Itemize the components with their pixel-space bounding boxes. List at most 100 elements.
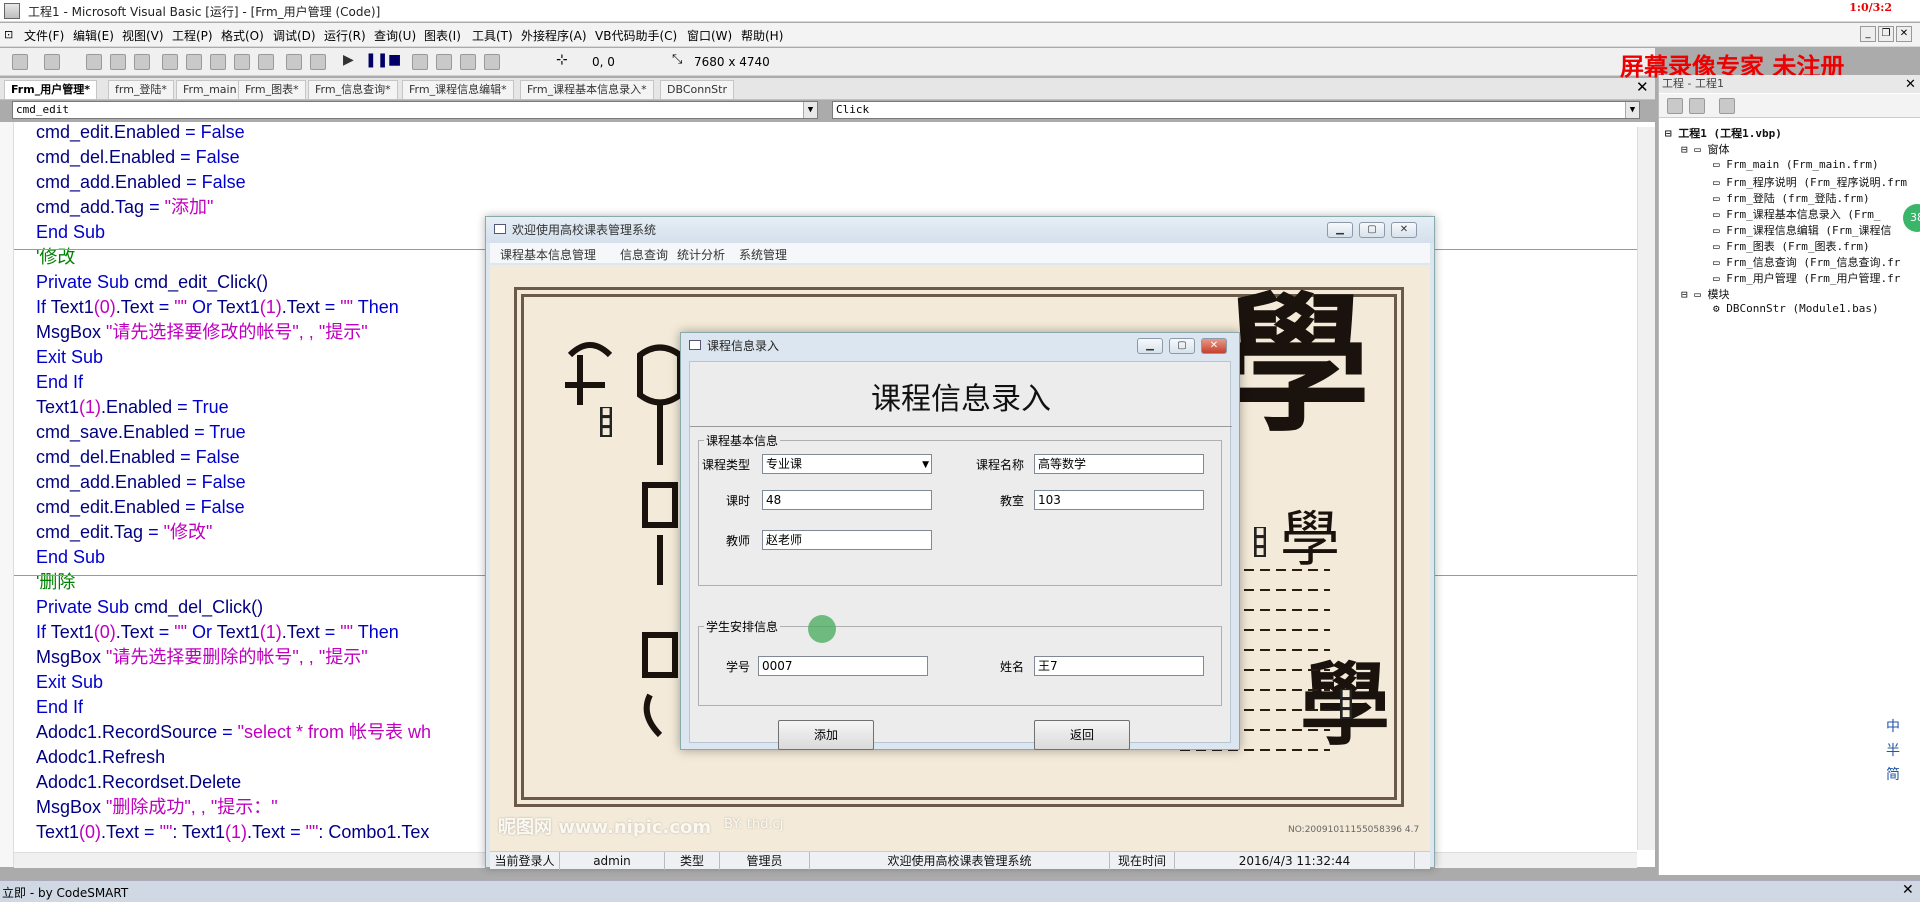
menu-format[interactable]: 格式(O) — [221, 27, 264, 44]
close-icon[interactable]: ✕ — [1905, 77, 1916, 92]
form-node[interactable]: ▭ Frm_课程基本信息录入 (Frm_ — [1713, 206, 1880, 222]
tab-frm-course-edit[interactable]: Frm_课程信息编辑* — [402, 80, 514, 99]
open-icon[interactable] — [110, 54, 126, 70]
view-object-icon[interactable] — [1689, 98, 1705, 114]
student-id-input[interactable]: 0007 — [758, 656, 928, 676]
form-node[interactable]: ▭ Frm_用户管理 (Frm_用户管理.fr — [1713, 270, 1900, 286]
menu-view[interactable]: 视图(V) — [122, 27, 164, 44]
app-menu-stats[interactable]: 统计分析 — [677, 246, 725, 263]
view-code-icon[interactable] — [1667, 98, 1683, 114]
toolbox-icon[interactable] — [484, 54, 500, 70]
find-icon[interactable] — [234, 54, 250, 70]
form-node-label: Frm_信息查询 (Frm_信息查询.fr — [1726, 256, 1901, 269]
stop-icon[interactable]: ■ — [388, 52, 401, 68]
form-node[interactable]: ▭ Frm_main (Frm_main.frm) — [1713, 158, 1879, 171]
form-node[interactable]: ▭ Frm_信息查询 (Frm_信息查询.fr — [1713, 254, 1900, 270]
add-project-icon[interactable] — [12, 54, 28, 70]
menu-editor-icon[interactable] — [86, 54, 102, 70]
code-vertical-scrollbar[interactable] — [1637, 127, 1655, 850]
code-token: "" — [340, 297, 354, 317]
tab-dbconnstr[interactable]: DBConnStr — [660, 80, 734, 99]
code-token: = True — [194, 422, 246, 442]
app-menu-system[interactable]: 系统管理 — [739, 246, 787, 263]
form-icon: ▭ — [1713, 256, 1727, 269]
close-icon[interactable]: ✕ — [1391, 222, 1417, 238]
minimize-icon[interactable]: ▁ — [1137, 338, 1163, 354]
toggle-folders-icon[interactable] — [1719, 98, 1735, 114]
tab-frm-chart[interactable]: Frm_图表* — [238, 80, 306, 99]
modules-folder-node[interactable]: ⊟ ▭ 模块 — [1681, 286, 1730, 302]
tab-frm-main[interactable]: Frm_main — [176, 80, 244, 99]
tab-frm-user-manage[interactable]: Frm_用户管理* — [4, 80, 97, 99]
tab-frm-login[interactable]: frm_登陆* — [108, 80, 174, 99]
tab-frm-query[interactable]: Frm_信息查询* — [308, 80, 398, 99]
module-node[interactable]: ⚙ DBConnStr (Module1.bas) — [1713, 302, 1879, 315]
code-token: .Text — [101, 822, 145, 842]
forms-folder-node[interactable]: ⊟ ▭ 窗体 — [1681, 141, 1730, 157]
cut-icon[interactable] — [162, 54, 178, 70]
course-type-select[interactable]: 专业课 ▼ — [762, 454, 932, 474]
room-input[interactable]: 103 — [1034, 490, 1204, 510]
code-line: End If — [36, 370, 83, 395]
code-token: "" — [305, 822, 319, 842]
menu-window[interactable]: 窗口(W) — [687, 27, 732, 44]
redo-icon[interactable] — [310, 54, 326, 70]
form-node[interactable]: ▭ Frm_程序说明 (Frm_程序说明.frm — [1713, 174, 1907, 190]
save-icon[interactable] — [134, 54, 150, 70]
menu-tools[interactable]: 工具(T) — [472, 27, 513, 44]
minimize-icon[interactable]: _ — [1860, 26, 1876, 42]
menu-addins[interactable]: 外接程序(A) — [521, 27, 587, 44]
menu-query[interactable]: 查询(U) — [374, 27, 416, 44]
maximize-icon[interactable]: ▢ — [1359, 222, 1385, 238]
paste-icon[interactable] — [210, 54, 226, 70]
menu-vb-assistant[interactable]: VB代码助手(C) — [595, 27, 677, 44]
code-line: Private Sub cmd_del_Click() — [36, 595, 263, 620]
close-icon[interactable]: ✕ — [1902, 882, 1914, 898]
close-icon[interactable]: ✕ — [1201, 338, 1227, 354]
form-icon: ▭ — [1713, 176, 1727, 189]
course-name-input[interactable]: 高等数学 — [1034, 454, 1204, 474]
code-line: Adodc1.RecordSource = "select * from 帐号表… — [36, 720, 431, 745]
properties-icon[interactable] — [436, 54, 452, 70]
add-button[interactable]: 添加 — [778, 720, 874, 750]
code-token: = — [144, 822, 160, 842]
form-node[interactable]: ▭ frm_登陆 (frm_登陆.frm) — [1713, 190, 1870, 206]
menu-file[interactable]: 文件(F) — [24, 27, 64, 44]
pause-icon[interactable]: ❚❚ — [365, 52, 388, 68]
object-combo[interactable]: cmd_edit ▼ — [12, 101, 818, 119]
vb-app-icon — [4, 3, 20, 19]
add-form-icon[interactable] — [44, 54, 60, 70]
start-icon[interactable]: ▶ — [343, 52, 354, 68]
code-window-icon[interactable]: ⊡ — [4, 28, 13, 41]
maximize-icon[interactable]: ▢ — [1169, 338, 1195, 354]
app-menu-query[interactable]: 信息查询 — [620, 246, 668, 263]
menu-run[interactable]: 运行(R) — [324, 27, 366, 44]
menu-help[interactable]: 帮助(H) — [741, 27, 783, 44]
menu-chart[interactable]: 图表(I) — [424, 27, 461, 44]
menu-edit[interactable]: 编辑(E) — [73, 27, 114, 44]
ime-indicator[interactable]: 中 半 简 — [1883, 715, 1903, 787]
menu-debug[interactable]: 调试(D) — [273, 27, 316, 44]
teacher-input[interactable]: 赵老师 — [762, 530, 932, 550]
menu-project[interactable]: 工程(P) — [172, 27, 213, 44]
copy-icon[interactable] — [186, 54, 202, 70]
tab-frm-course-entry[interactable]: Frm_课程基本信息录入* — [520, 80, 654, 99]
hours-input[interactable]: 48 — [762, 490, 932, 510]
form-node[interactable]: ▭ Frm_课程信息编辑 (Frm_课程信 — [1713, 222, 1891, 238]
project-explorer-icon[interactable] — [412, 54, 428, 70]
indent-icon[interactable] — [258, 54, 274, 70]
app-menu-course-info[interactable]: 课程基本信息管理 — [500, 246, 596, 263]
back-button[interactable]: 返回 — [1034, 720, 1130, 750]
student-name-input[interactable]: 王7 — [1034, 656, 1204, 676]
undo-icon[interactable] — [286, 54, 302, 70]
close-tab-icon[interactable]: ✕ — [1636, 78, 1649, 96]
procedure-combo[interactable]: Click ▼ — [832, 101, 1640, 119]
form-layout-icon[interactable] — [460, 54, 476, 70]
restore-icon[interactable]: ❐ — [1878, 26, 1894, 42]
form-node[interactable]: ▭ Frm_图表 (Frm_图表.frm) — [1713, 238, 1870, 254]
code-token: (1) — [259, 622, 282, 642]
minimize-icon[interactable]: ▁ — [1327, 222, 1353, 238]
code-token: "" — [174, 622, 188, 642]
project-root-node[interactable]: ⊟ 工程1 (工程1.vbp) — [1665, 125, 1782, 141]
close-icon[interactable]: ✕ — [1896, 26, 1912, 42]
